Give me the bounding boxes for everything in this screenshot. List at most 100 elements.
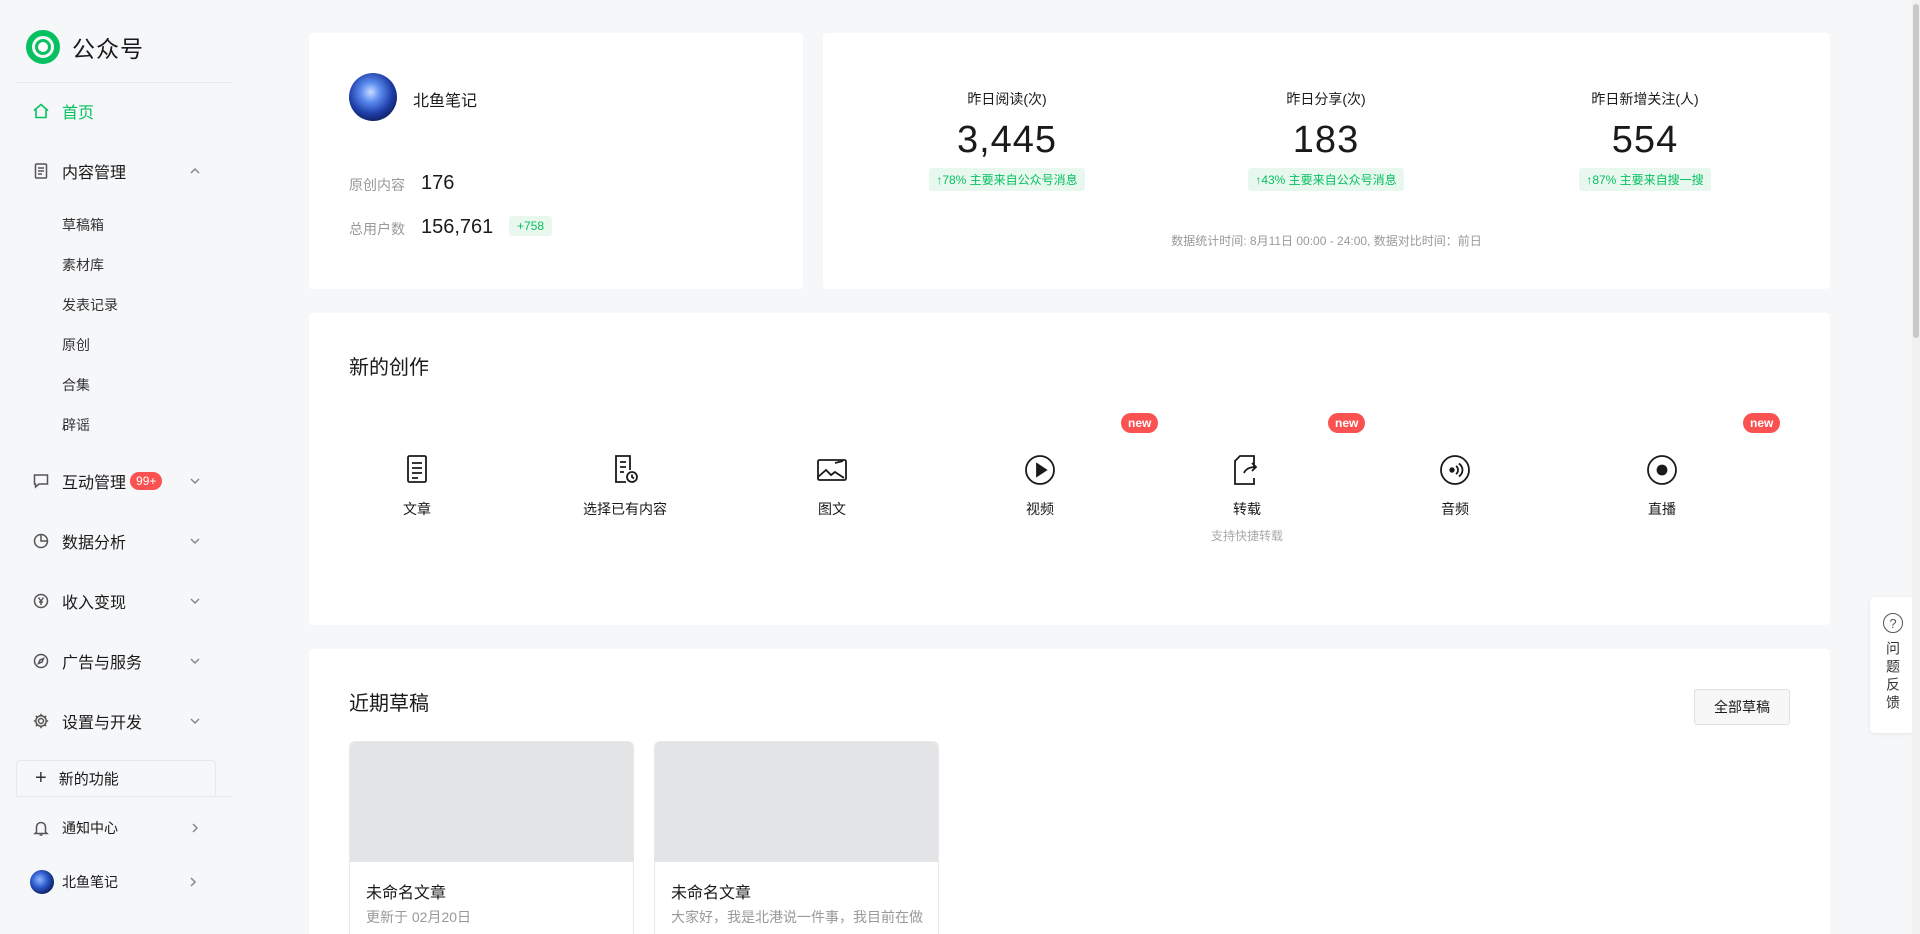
app-title: 公众号	[72, 36, 144, 62]
draft-cover	[655, 742, 938, 862]
tool-label: 转载	[1233, 501, 1261, 517]
live-icon	[1647, 455, 1677, 485]
chevron-down-icon	[190, 598, 200, 605]
new-badge: new	[1328, 413, 1366, 433]
repost-button[interactable]: 转载 支持快捷转载	[1177, 453, 1317, 544]
nav-analytics-label: 数据分析	[62, 535, 127, 552]
audio-icon	[1440, 455, 1470, 485]
create-title: 新的创作	[349, 357, 429, 379]
draft-card[interactable]: 未命名文章 大家好，我是北港说一件事，我目前在做	[654, 741, 939, 934]
drafts-title: 近期草稿	[349, 693, 429, 715]
nav-account[interactable]: 北鱼笔记	[30, 867, 200, 897]
divider	[16, 796, 232, 797]
home-icon	[32, 102, 50, 120]
bell-icon	[32, 819, 50, 837]
draft-excerpt: 大家好，我是北港说一件事，我目前在做	[671, 909, 923, 925]
original-content-label: 原创内容	[349, 177, 405, 193]
nav-notifications[interactable]: 通知中心	[32, 813, 202, 843]
nav-settings[interactable]: 设置与开发	[32, 706, 202, 736]
all-drafts-button[interactable]: 全部草稿	[1694, 689, 1790, 725]
nav-monetization-label: 收入变现	[62, 595, 127, 612]
draft-cover	[350, 742, 633, 862]
nav-analytics[interactable]: 数据分析	[32, 526, 202, 556]
total-users-count: 156,761	[421, 216, 494, 238]
nav-home[interactable]: 首页	[32, 96, 202, 126]
nav-interaction-label: 互动管理	[62, 475, 127, 492]
stat-value: 3,445	[956, 119, 1058, 161]
scrollbar-thumb[interactable]	[1913, 4, 1919, 338]
create-image-post-button[interactable]: 图文	[762, 453, 902, 519]
tool-label: 音频	[1441, 501, 1469, 517]
new-badge: new	[1121, 413, 1159, 433]
create-card: 新的创作 文章 选择已有内容 图文 new 视频 new 转载 支持快捷转载 音…	[309, 313, 1830, 625]
nav-rumor-refute[interactable]: 辟谣	[62, 415, 90, 435]
nav-account-label: 北鱼笔记	[62, 874, 118, 890]
document-clock-icon	[615, 455, 638, 483]
draft-title: 未命名文章	[366, 885, 447, 902]
chat-icon	[32, 472, 50, 490]
image-icon	[817, 459, 847, 481]
chevron-right-icon	[190, 877, 197, 887]
divider	[16, 82, 232, 83]
tool-label: 选择已有内容	[583, 501, 667, 517]
chevron-up-icon	[190, 167, 200, 174]
feedback-button[interactable]: ? 问题反馈	[1870, 597, 1916, 733]
help-icon: ?	[1883, 613, 1903, 633]
nav-monetization[interactable]: 收入变现	[32, 586, 202, 616]
create-audio-button[interactable]: 音频	[1385, 453, 1525, 519]
yen-icon	[32, 592, 50, 610]
nav-home-label: 首页	[62, 105, 95, 122]
tool-label: 文章	[403, 501, 431, 517]
create-video-button[interactable]: 视频	[970, 453, 1110, 519]
document-icon	[32, 162, 50, 180]
stat-value: 554	[1611, 119, 1679, 161]
nav-collections[interactable]: 合集	[62, 375, 90, 395]
avatar-image	[30, 870, 54, 894]
nav-ads-label: 广告与服务	[62, 655, 143, 672]
nav-drafts[interactable]: 草稿箱	[62, 215, 104, 235]
document-icon	[407, 455, 427, 483]
tool-subtitle: 支持快捷转载	[1210, 529, 1283, 543]
account-name: 北鱼笔记	[413, 93, 478, 110]
select-existing-button[interactable]: 选择已有内容	[555, 453, 695, 519]
plus-icon: +	[35, 767, 47, 789]
users-delta-badge: +758	[509, 216, 553, 236]
new-features-label: 新的功能	[58, 771, 119, 788]
original-content-count: 176	[421, 172, 455, 194]
nav-ads-services[interactable]: 广告与服务	[32, 646, 202, 676]
account-card: 北鱼笔记 原创内容 176 总用户数 156,761 +758	[309, 33, 803, 289]
nav-notifications-label: 通知中心	[62, 820, 118, 836]
stats-card: 昨日阅读(次) 3,445 ↑78% 主要来自公众号消息 昨日分享(次) 183…	[823, 33, 1830, 289]
create-live-button[interactable]: 直播	[1592, 453, 1732, 519]
stat-label: 昨日阅读(次)	[967, 91, 1047, 107]
chevron-down-icon	[190, 478, 200, 485]
chevron-down-icon	[190, 658, 200, 665]
draft-card[interactable]: 未命名文章 更新于 02月20日	[349, 741, 634, 934]
nav-material-library[interactable]: 素材库	[62, 255, 104, 275]
logo-icon	[26, 30, 60, 64]
avatar	[30, 870, 54, 894]
stat-value: 183	[1292, 119, 1360, 161]
nav-content-management[interactable]: 内容管理	[32, 156, 202, 186]
new-badge: new	[1743, 413, 1781, 433]
nav-content-label: 内容管理	[62, 165, 127, 182]
avatar[interactable]	[349, 73, 397, 121]
stat-note: ↑43% 主要来自公众号消息	[1248, 168, 1404, 191]
pie-chart-icon	[32, 532, 50, 550]
nav-interaction[interactable]: 互动管理 99+	[32, 466, 202, 496]
nav-original[interactable]: 原创	[62, 335, 90, 355]
app-logo[interactable]: 公众号	[26, 30, 144, 64]
stat-shares: 昨日分享(次) 183 ↑43% 主要来自公众号消息	[1206, 89, 1446, 191]
create-article-button[interactable]: 文章	[347, 453, 487, 519]
draft-title: 未命名文章	[671, 885, 752, 902]
drafts-card: 近期草稿 全部草稿 未命名文章 更新于 02月20日 未命名文章 大家好，我是北…	[309, 649, 1830, 934]
stat-reads: 昨日阅读(次) 3,445 ↑78% 主要来自公众号消息	[887, 89, 1127, 191]
feedback-label: 问题反馈	[1885, 641, 1901, 713]
new-features-button[interactable]: + 新的功能	[16, 760, 216, 796]
stat-label: 昨日分享(次)	[1286, 91, 1366, 107]
tool-label: 图文	[818, 501, 846, 517]
repost-icon	[1234, 455, 1258, 485]
chevron-down-icon	[190, 718, 200, 725]
stat-note: ↑87% 主要来自搜一搜	[1579, 168, 1711, 191]
nav-publish-records[interactable]: 发表记录	[62, 295, 118, 315]
